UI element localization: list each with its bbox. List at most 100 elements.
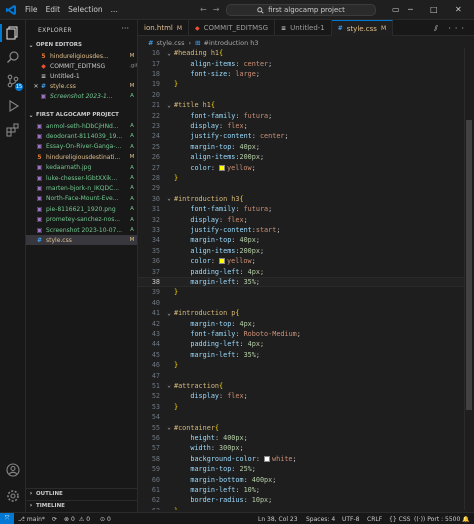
- code-line[interactable]: 20: [138, 90, 464, 100]
- code-line[interactable]: 23 display: flex;: [138, 121, 464, 131]
- menu-file[interactable]: File: [25, 5, 38, 14]
- code-line[interactable]: 35 align-items:200px;: [138, 246, 464, 256]
- open-editor-item[interactable]: ≡ Untitled-1: [26, 71, 137, 81]
- fold-gutter[interactable]: ⌄: [164, 102, 174, 109]
- code-line[interactable]: 36 color: yellow;: [138, 256, 464, 266]
- color-swatch[interactable]: [219, 258, 226, 265]
- file-tree-item[interactable]: ▣ Screenshot 2023-10-07... A: [26, 225, 137, 235]
- code-line[interactable]: 45 margin-left: 35%;: [138, 350, 464, 360]
- maximize-icon[interactable]: □: [430, 5, 438, 14]
- code-line[interactable]: 38 margin-left: 35%;: [138, 276, 464, 288]
- fold-gutter[interactable]: ⌄: [164, 382, 174, 389]
- code-line[interactable]: 24 justify-content: center;: [138, 131, 464, 141]
- code-line[interactable]: 30 ⌄ #introduction h3{: [138, 194, 464, 204]
- project-header[interactable]: ⌄ FIRST ALGOCAMP PROJECT: [26, 110, 137, 120]
- color-swatch[interactable]: [219, 164, 226, 171]
- code-line[interactable]: 19}: [138, 79, 464, 89]
- indentation[interactable]: Spaces: 4: [306, 513, 335, 524]
- run-debug-icon[interactable]: [5, 98, 21, 114]
- file-tree-item[interactable]: 5 hindureligiousdestinati... M: [26, 152, 137, 162]
- file-tree-item[interactable]: ▣ North-Face-Mount-Eve... A: [26, 194, 137, 204]
- file-tree-item[interactable]: ▣ Essay-On-River-Ganga-... A: [26, 142, 137, 152]
- code-line[interactable]: 62 border-radius: 10px;: [138, 495, 464, 505]
- file-tree-item[interactable]: ▣ marten-bjork-n_IKQDC... A: [26, 183, 137, 193]
- code-line[interactable]: 27 color: yellow;: [138, 162, 464, 172]
- code-line[interactable]: 57 width: 300px;: [138, 443, 464, 453]
- fold-gutter[interactable]: ⌄: [164, 50, 174, 57]
- search-icon[interactable]: [5, 49, 21, 65]
- code-line[interactable]: 47: [138, 370, 464, 380]
- code-editor[interactable]: 16 ⌄ #heading h1{17 align-items: center; 18…: [138, 48, 464, 510]
- code-line[interactable]: 39}: [138, 287, 464, 297]
- encoding[interactable]: UTF-8: [342, 513, 360, 524]
- line-ending[interactable]: CRLF: [367, 513, 382, 524]
- account-icon[interactable]: [5, 462, 21, 478]
- menu-edit[interactable]: Edit: [46, 5, 61, 14]
- more-actions-icon[interactable]: ···: [121, 24, 129, 33]
- code-line[interactable]: 26 align-items:200px;: [138, 152, 464, 162]
- sync-icon[interactable]: ⟳: [52, 513, 57, 524]
- close-icon[interactable]: ✕: [455, 5, 462, 14]
- notifications-bell-icon[interactable]: 🔔: [462, 513, 469, 524]
- explorer-icon[interactable]: [5, 25, 21, 41]
- code-line[interactable]: 41 ⌄ #introduction p{: [138, 308, 464, 318]
- code-line[interactable]: 56 height: 400px;: [138, 433, 464, 443]
- fold-gutter[interactable]: ⌄: [164, 310, 174, 317]
- file-tree-item[interactable]: ▣ deodorant-8114039_19... A: [26, 131, 137, 141]
- code-line[interactable]: 60 margin-bottom: 400px;: [138, 474, 464, 484]
- code-line[interactable]: 21 ⌄ #title h1{: [138, 100, 464, 110]
- code-line[interactable]: 40: [138, 298, 464, 308]
- ports-indicator[interactable]: ⊙ 0: [100, 513, 111, 524]
- open-editor-item-active[interactable]: ✕ # style.css M: [26, 81, 137, 91]
- close-icon[interactable]: ✕: [32, 83, 40, 90]
- open-editor-item[interactable]: ▣ Screenshot 2023-1... A: [26, 91, 137, 101]
- minimize-icon[interactable]: ─: [408, 5, 413, 14]
- scrollbar-thumb[interactable]: [466, 120, 472, 410]
- tab-html[interactable]: ion.html M: [138, 20, 190, 36]
- timeline-header[interactable]: › TIMELINE: [26, 500, 137, 510]
- fold-gutter[interactable]: ⌄: [164, 195, 174, 202]
- file-tree-item[interactable]: ▣ luke-chesser-lGbtXXik... A: [26, 173, 137, 183]
- open-editor-item[interactable]: 5 hindureligiousdes... M: [26, 51, 137, 61]
- tab-style-css[interactable]: # style.css M: [331, 20, 394, 36]
- code-line[interactable]: 54: [138, 412, 464, 422]
- command-center-search[interactable]: first algocamp project: [226, 4, 376, 16]
- code-line[interactable]: 22 font-family: futura;: [138, 110, 464, 120]
- cursor-position[interactable]: Ln 38, Col 23: [258, 513, 298, 524]
- code-line[interactable]: 42 margin-top: 4px;: [138, 318, 464, 328]
- code-line[interactable]: 37 padding-left: 4px;: [138, 266, 464, 276]
- code-line[interactable]: 29: [138, 183, 464, 193]
- code-line[interactable]: 17 align-items: center;: [138, 58, 464, 68]
- code-line[interactable]: 59 margin-top: 25%;: [138, 464, 464, 474]
- branch-indicator[interactable]: ⎇ main*: [18, 513, 45, 524]
- code-line[interactable]: 51 ⌄ #attraction{: [138, 381, 464, 391]
- remote-indicator-icon[interactable]: ⤧: [0, 513, 14, 524]
- code-line[interactable]: 25 margin-top: 40px;: [138, 142, 464, 152]
- open-editors-header[interactable]: ⌄ OPEN EDITORS: [26, 40, 137, 50]
- source-control-icon[interactable]: 15: [5, 73, 23, 91]
- open-editor-item[interactable]: ◆ COMMIT_EDITMSG .git: [26, 61, 137, 71]
- code-line[interactable]: 43 font-family: Roboto-Medium;: [138, 329, 464, 339]
- file-tree-item[interactable]: ▣ pie-8116621_1920.png A: [26, 204, 137, 214]
- code-line[interactable]: 31 font-family: futura;: [138, 204, 464, 214]
- code-line[interactable]: 46}: [138, 360, 464, 370]
- tab-commit-editmsg[interactable]: ◆ COMMIT_EDITMSG: [189, 20, 276, 36]
- code-line[interactable]: 44 padding-left: 4px;: [138, 339, 464, 349]
- code-line[interactable]: 52 display: flex;: [138, 391, 464, 401]
- file-tree-item[interactable]: ▣ kedaarnath.jpg A: [26, 163, 137, 173]
- breadcrumb-file[interactable]: style.css: [156, 39, 184, 47]
- menu-selection[interactable]: Selection: [68, 5, 103, 14]
- outline-header[interactable]: › OUTLINE: [26, 488, 137, 498]
- tab-untitled[interactable]: ≡ Untitled-1: [275, 20, 332, 36]
- extensions-icon[interactable]: [5, 122, 21, 138]
- code-line[interactable]: 18 font-size: large;: [138, 69, 464, 79]
- menu-more[interactable]: ...: [111, 5, 118, 14]
- code-line[interactable]: 58 background-color: white;: [138, 454, 464, 464]
- code-line[interactable]: 34 margin-top: 40px;: [138, 235, 464, 245]
- live-server-port[interactable]: ((·)) Port : 5500: [414, 513, 460, 524]
- file-tree-item[interactable]: ▣ prometey-sanchez-nos... A: [26, 215, 137, 225]
- file-tree-item[interactable]: # style.css M: [26, 235, 137, 246]
- code-line[interactable]: 63}: [138, 506, 464, 510]
- code-line[interactable]: 33 justify-content:start;: [138, 225, 464, 235]
- code-line[interactable]: 61 margin-left: 10%;: [138, 485, 464, 495]
